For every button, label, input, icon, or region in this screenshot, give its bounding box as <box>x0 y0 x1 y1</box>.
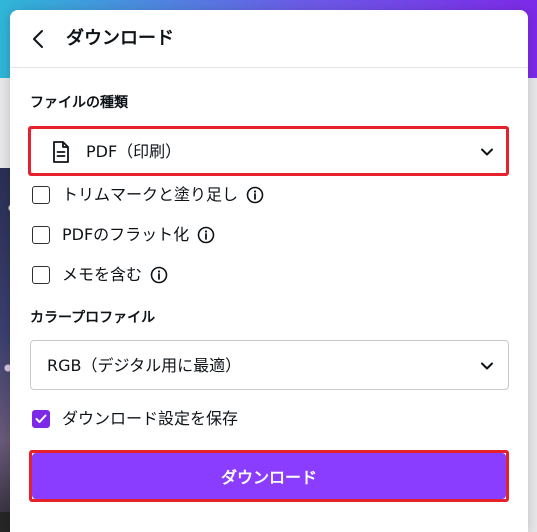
option-save-settings[interactable]: ダウンロード設定を保存 <box>32 407 238 431</box>
option-flatten-pdf[interactable]: PDFのフラット化 <box>32 223 215 247</box>
info-icon[interactable] <box>150 266 168 284</box>
panel-header: ダウンロード <box>10 10 528 68</box>
back-button[interactable] <box>26 27 50 51</box>
trim-marks-checkbox[interactable] <box>32 186 50 204</box>
chevron-down-icon <box>481 148 493 156</box>
file-type-select[interactable]: PDF（印刷） <box>30 128 509 174</box>
info-icon[interactable] <box>246 186 264 204</box>
panel-title: ダウンロード <box>66 28 174 49</box>
color-profile-select[interactable]: RGB（デジタル用に最適） <box>30 340 509 390</box>
include-notes-label: メモを含む <box>62 265 143 284</box>
flatten-pdf-label: PDFのフラット化 <box>62 225 190 244</box>
flatten-pdf-checkbox[interactable] <box>32 226 50 244</box>
chevron-left-icon <box>33 30 43 48</box>
check-icon <box>35 414 47 423</box>
trim-marks-label: トリムマークと塗り足し <box>62 185 239 204</box>
document-icon <box>53 141 69 163</box>
option-include-notes[interactable]: メモを含む <box>32 263 168 287</box>
save-settings-label: ダウンロード設定を保存 <box>62 409 239 428</box>
save-settings-checkbox[interactable] <box>32 410 50 428</box>
info-icon[interactable] <box>197 226 215 244</box>
option-trim-marks[interactable]: トリムマークと塗り足し <box>32 183 264 207</box>
color-profile-label: カラープロファイル <box>30 310 156 326</box>
chevron-down-icon <box>481 362 493 370</box>
file-type-value: PDF（印刷） <box>86 142 182 161</box>
include-notes-checkbox[interactable] <box>32 266 50 284</box>
file-type-label: ファイルの種類 <box>30 95 128 111</box>
color-profile-value: RGB（デジタル用に最適） <box>47 356 242 375</box>
download-button-label: ダウンロード <box>220 468 317 487</box>
download-button[interactable]: ダウンロード <box>32 453 506 499</box>
download-panel: ダウンロード ファイルの種類 PDF（印刷） トリムマークと塗り足し PDFのフ… <box>10 10 528 532</box>
